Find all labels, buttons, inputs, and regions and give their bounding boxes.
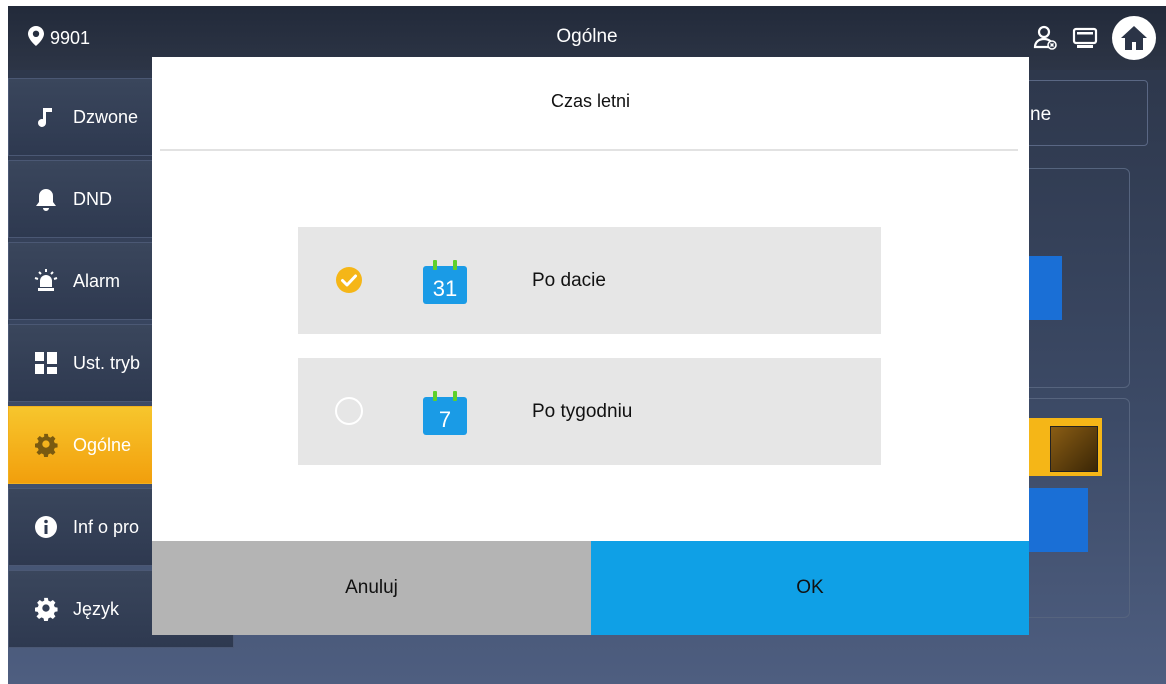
page-title: Ogólne bbox=[556, 26, 618, 47]
monitor-icon[interactable] bbox=[1072, 25, 1098, 51]
right-blue-button[interactable] bbox=[1026, 488, 1088, 552]
home-icon bbox=[1121, 26, 1147, 50]
contact-card-icon[interactable] bbox=[1032, 25, 1058, 51]
sidebar-item-label: Inf o pro bbox=[73, 516, 140, 537]
dialog-divider bbox=[160, 149, 1018, 151]
grid-icon bbox=[33, 350, 59, 376]
option-label: Po dacie bbox=[532, 270, 606, 291]
unchecked-radio-icon[interactable] bbox=[334, 396, 364, 426]
calendar-week-icon: 7 bbox=[421, 389, 469, 437]
sidebar-item-label: Ogólne bbox=[73, 434, 132, 455]
sidebar-item-label: Dzwone bbox=[73, 106, 139, 127]
right-toggle-knob bbox=[1050, 426, 1098, 472]
right-header-panel bbox=[1008, 80, 1148, 146]
sidebar-item-label: Język bbox=[73, 598, 120, 619]
option-label: Po tygodniu bbox=[532, 401, 633, 422]
calendar-date-icon: 31 bbox=[421, 258, 469, 306]
gear-icon bbox=[33, 432, 59, 458]
dialog-title: Czas letni bbox=[550, 91, 631, 111]
ok-button[interactable]: OK bbox=[591, 541, 1029, 635]
option-by-week[interactable]: 7 Po tygodniu bbox=[298, 358, 881, 465]
svg-text:7: 7 bbox=[439, 407, 451, 432]
sidebar-item-label: Alarm bbox=[73, 270, 121, 291]
sidebar-item-label: DND bbox=[73, 188, 112, 209]
right-blue-button[interactable] bbox=[1026, 256, 1062, 320]
home-button[interactable] bbox=[1112, 16, 1156, 60]
cancel-button[interactable]: Anuluj bbox=[152, 541, 591, 635]
top-icons bbox=[1032, 16, 1156, 60]
checked-radio-icon[interactable] bbox=[334, 265, 364, 295]
dst-dialog: Czas letni 31 Po dacie 7 Po tygodniu Anu… bbox=[152, 57, 1029, 635]
alarm-siren-icon bbox=[33, 268, 59, 294]
music-note-icon bbox=[33, 104, 59, 130]
bell-icon bbox=[33, 186, 59, 212]
right-panel-text: ne bbox=[1030, 104, 1052, 125]
sidebar-item-label: Ust. tryb bbox=[73, 352, 141, 373]
gear-icon bbox=[33, 596, 59, 622]
info-icon bbox=[33, 514, 59, 540]
svg-text:31: 31 bbox=[433, 276, 457, 301]
option-by-date[interactable]: 31 Po dacie bbox=[298, 227, 881, 334]
